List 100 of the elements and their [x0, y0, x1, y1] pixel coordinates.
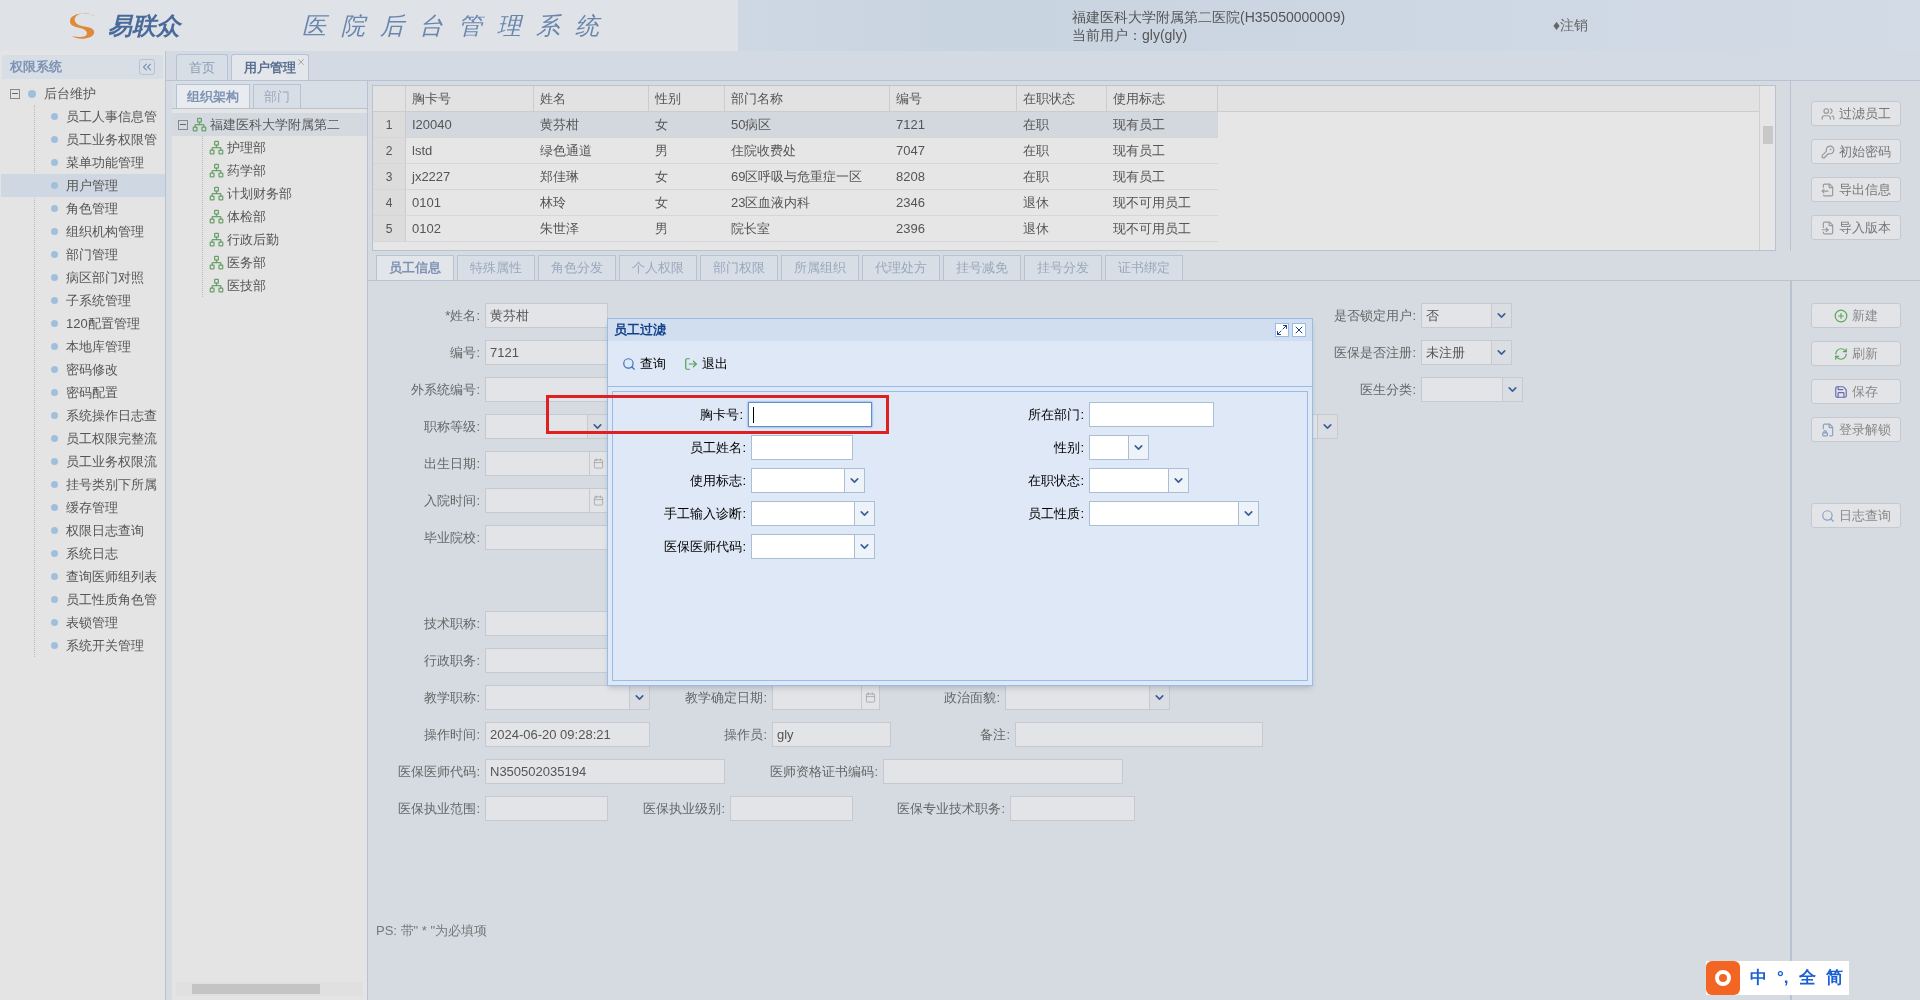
- input-field[interactable]: 2024-06-20 09:28:21: [485, 722, 650, 747]
- close-icon[interactable]: [1292, 323, 1306, 337]
- tree-item[interactable]: 药学部: [227, 160, 266, 181]
- input-field[interactable]: 黄芬柑: [485, 303, 608, 328]
- tree-item[interactable]: 缓存管理: [1, 496, 165, 519]
- tree-item[interactable]: 表锁管理: [1, 611, 165, 634]
- input-field[interactable]: [1015, 722, 1263, 747]
- tree-item[interactable]: 医务部: [227, 252, 266, 273]
- tree-item[interactable]: 员工业务权限管: [1, 128, 165, 151]
- tree-item[interactable]: 权限日志查询: [1, 519, 165, 542]
- toolbar-button[interactable]: 过滤员工: [1810, 101, 1901, 126]
- maximize-icon[interactable]: [1275, 323, 1289, 337]
- ime-mode[interactable]: °,: [1777, 965, 1789, 991]
- tree-item[interactable]: 部门管理: [1, 243, 165, 266]
- tree-item[interactable]: 员工性质角色管: [1, 588, 165, 611]
- dropdown-field[interactable]: [485, 685, 650, 710]
- date-field[interactable]: [485, 488, 608, 513]
- input-field[interactable]: [748, 402, 872, 427]
- tree-item[interactable]: 用户管理: [1, 174, 165, 197]
- tree-item[interactable]: 本地库管理: [1, 335, 165, 358]
- tree-item[interactable]: 子系统管理: [1, 289, 165, 312]
- toolbar-button[interactable]: 导出信息: [1810, 177, 1901, 202]
- tree-item[interactable]: 菜单功能管理: [1, 151, 165, 174]
- ime-logo-icon[interactable]: [1706, 961, 1740, 995]
- input-field[interactable]: [751, 435, 853, 460]
- table-row[interactable]: 1 I20040 黄芬柑 女 50病区 7121 在职 现有员工: [373, 112, 1218, 138]
- tree-item[interactable]: 密码修改: [1, 358, 165, 381]
- table-cell-text: 院长室: [730, 219, 771, 238]
- org-chart-icon: [192, 117, 207, 132]
- input-field[interactable]: [1010, 796, 1135, 821]
- tree-item[interactable]: 密码配置: [1, 381, 165, 404]
- dropdown-field[interactable]: [751, 501, 875, 526]
- input-field[interactable]: [485, 525, 608, 550]
- column-header[interactable]: 姓名: [534, 86, 649, 111]
- tree-item[interactable]: 系统日志: [1, 542, 165, 565]
- dropdown-field[interactable]: [1089, 501, 1259, 526]
- table-row[interactable]: 2 lstd 绿色通道 男 住院收费处 7047 在职 现有员工: [373, 138, 1218, 164]
- ime-mode[interactable]: 全: [1798, 965, 1816, 991]
- column-header[interactable]: 胸卡号: [406, 86, 534, 111]
- tree-item[interactable]: 行政后勤: [227, 229, 279, 250]
- collapse-tree-icon[interactable]: [178, 119, 188, 130]
- dropdown-field[interactable]: [751, 534, 875, 559]
- tree-item[interactable]: 员工权限完整流: [1, 427, 165, 450]
- input-field[interactable]: N350502035194: [485, 759, 725, 784]
- toolbar-button[interactable]: 导入版本: [1810, 215, 1901, 240]
- tree-item[interactable]: 员工业务权限流: [1, 450, 165, 473]
- table-row[interactable]: 3 jx2227 郑佳琳 女 69区呼吸与危重症一区 8208 在职 现有员工: [373, 164, 1218, 190]
- toolbar-button[interactable]: 初始密码: [1810, 139, 1901, 164]
- tree-item[interactable]: 体检部: [227, 206, 266, 227]
- tree-item[interactable]: 护理部: [227, 137, 266, 158]
- input-field[interactable]: 7121: [485, 340, 608, 365]
- dropdown-field[interactable]: 否: [1421, 303, 1512, 328]
- column-header[interactable]: 使用标志: [1107, 86, 1218, 111]
- tree-item[interactable]: 角色管理: [1, 197, 165, 220]
- column-header[interactable]: 在职状态: [1017, 86, 1107, 111]
- dropdown-field[interactable]: [1005, 685, 1170, 710]
- date-field[interactable]: [772, 685, 880, 710]
- dropdown-field[interactable]: [1089, 435, 1149, 460]
- ime-mode[interactable]: 简: [1825, 965, 1843, 991]
- dropdown-field[interactable]: [1421, 377, 1523, 402]
- tree-item[interactable]: 员工人事信息管: [1, 105, 165, 128]
- date-field[interactable]: [485, 451, 608, 476]
- dropdown-field[interactable]: [1089, 468, 1189, 493]
- logout-link[interactable]: ♦注销: [1553, 15, 1589, 36]
- input-field[interactable]: [485, 648, 608, 673]
- tree-item[interactable]: 后台维护: [44, 83, 96, 104]
- input-field[interactable]: gly: [772, 722, 891, 747]
- input-field[interactable]: [485, 796, 608, 821]
- tree-item[interactable]: 计划财务部: [227, 183, 292, 204]
- input-field[interactable]: [1089, 402, 1214, 427]
- table-row[interactable]: 5 0102 朱世泽 男 院长室 2396 退休 现不可用员工: [373, 216, 1218, 242]
- tree-item[interactable]: 病区部门对照: [1, 266, 165, 289]
- column-header[interactable]: 编号: [890, 86, 1017, 111]
- field-label: 医保专业技术职务:: [897, 799, 1005, 818]
- input-field[interactable]: [883, 759, 1123, 784]
- tree-item[interactable]: 查询医师组列表: [1, 565, 165, 588]
- table-cell-text: 2346: [895, 193, 926, 212]
- collapse-tree-icon[interactable]: [10, 88, 20, 99]
- table-row[interactable]: 4 0101 林玲 女 23区血液内科 2346 退休 现不可用员工: [373, 190, 1218, 216]
- horizontal-scrollbar[interactable]: [176, 982, 363, 996]
- vertical-scrollbar[interactable]: [1759, 86, 1775, 250]
- tree-item[interactable]: 系统操作日志查: [1, 404, 165, 427]
- dialog-toolbar-button[interactable]: 查询: [622, 353, 666, 374]
- dropdown-field[interactable]: [485, 414, 608, 439]
- ime-mode[interactable]: 中: [1750, 965, 1767, 991]
- input-field[interactable]: [730, 796, 853, 821]
- column-header[interactable]: 部门名称: [725, 86, 890, 111]
- column-header[interactable]: 性别: [649, 86, 725, 111]
- tree-item[interactable]: 120配置管理: [1, 312, 165, 335]
- dialog-toolbar-button[interactable]: 退出: [684, 353, 728, 374]
- tree-item[interactable]: 系统开关管理: [1, 634, 165, 657]
- dropdown-field[interactable]: [751, 468, 865, 493]
- tree-item[interactable]: 医技部: [227, 275, 266, 296]
- input-field[interactable]: [485, 611, 608, 636]
- collapse-icon[interactable]: [139, 59, 155, 75]
- dropdown-field[interactable]: 未注册: [1421, 340, 1512, 365]
- input-field[interactable]: [485, 377, 608, 402]
- tree-item[interactable]: 组织机构管理: [1, 220, 165, 243]
- tree-item[interactable]: 挂号类别下所属: [1, 473, 165, 496]
- page-tab[interactable]: 用户管理: [231, 54, 309, 80]
